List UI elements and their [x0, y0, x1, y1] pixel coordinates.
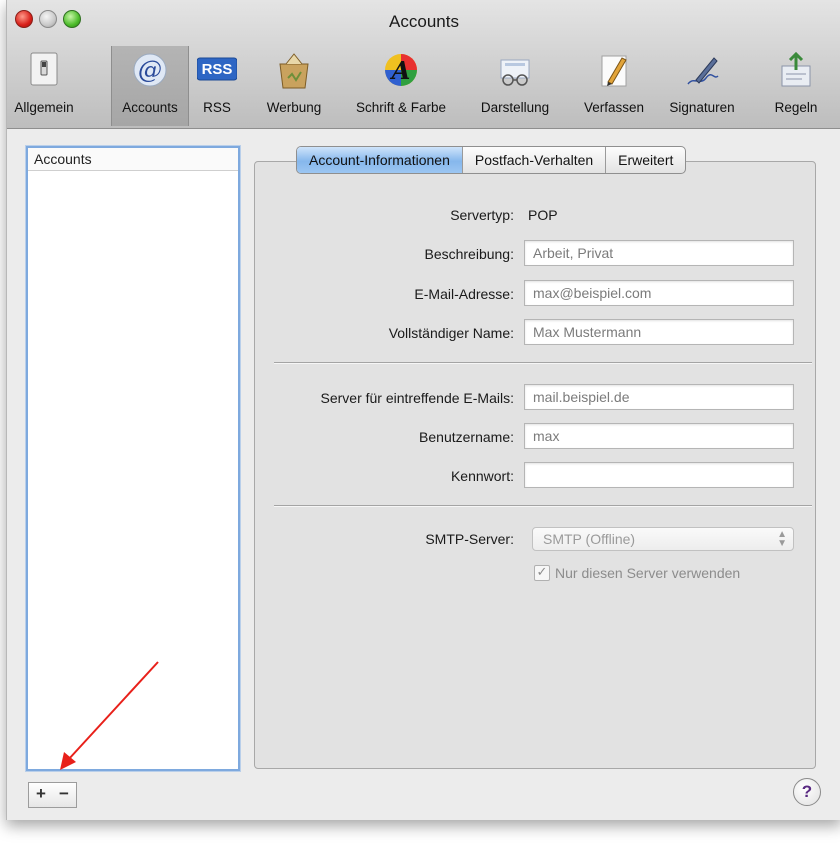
rss-badge-text: RSS: [201, 61, 233, 78]
tab-postfach-verhalten[interactable]: Postfach-Verhalten: [463, 147, 607, 173]
switch-icon: [30, 52, 58, 86]
toolbar-item-verfassen[interactable]: Verfassen: [573, 46, 655, 126]
toolbar-item-allgemein[interactable]: Allgemein: [9, 46, 79, 126]
tab-erweitert[interactable]: Erweitert: [606, 147, 685, 173]
font-color-icon: A: [385, 54, 417, 86]
description-label: Beschreibung:: [424, 246, 514, 262]
accounts-list[interactable]: Accounts: [26, 146, 240, 771]
stepper-arrows-icon: ▲ ▼: [777, 529, 787, 549]
divider: [274, 362, 812, 364]
server-type-label: Servertyp:: [450, 207, 514, 223]
add-account-button[interactable]: +: [28, 782, 54, 808]
description-field[interactable]: Arbeit, Privat: [524, 240, 794, 266]
toolbar-item-werbung[interactable]: Werbung: [255, 46, 333, 126]
smtp-server-label: SMTP-Server:: [425, 531, 514, 547]
toolbar-item-darstellung[interactable]: Darstellung: [467, 46, 563, 126]
toolbar-label: Verfassen: [583, 100, 645, 115]
svg-text:A: A: [390, 56, 411, 85]
server-type-value: POP: [528, 207, 558, 223]
toolbar-label: Schrift & Farbe: [355, 100, 447, 115]
toolbar-label: Signaturen: [669, 100, 735, 115]
username-field[interactable]: max: [524, 423, 794, 449]
help-button[interactable]: ?: [793, 778, 821, 806]
toolbar-label: RSS: [203, 100, 231, 115]
tab-account-informationen[interactable]: Account-Informationen: [297, 147, 463, 173]
glasses-icon: [500, 59, 530, 86]
toolbar-label: Regeln: [774, 100, 818, 115]
fullname-field[interactable]: Max Mustermann: [524, 319, 794, 345]
toolbar-item-accounts[interactable]: @ Accounts: [111, 46, 189, 126]
junk-mail-icon: [279, 53, 309, 89]
toolbar-label: Allgemein: [14, 100, 74, 115]
tab-bar: Account-Informationen Postfach-Verhalten…: [296, 146, 687, 174]
toolbar-label: Darstellung: [480, 100, 550, 115]
smtp-server-value: SMTP (Offline): [543, 531, 636, 547]
toolbar-item-signaturen[interactable]: Signaturen: [659, 46, 745, 126]
toolbar-item-schrift-farbe[interactable]: A Schrift & Farbe: [343, 46, 459, 126]
smtp-server-select[interactable]: SMTP (Offline) ▲ ▼: [532, 527, 794, 551]
email-field[interactable]: max@beispiel.com: [524, 280, 794, 306]
toolbar: Accounts Allgemein @ Accounts RSS RSS We…: [7, 0, 840, 129]
svg-text:@: @: [138, 56, 162, 84]
signature-pen-icon: [687, 57, 719, 85]
pencil-icon: [601, 55, 627, 87]
incoming-server-label: Server für eintreffende E-Mails:: [320, 390, 515, 406]
toolbar-item-regeln[interactable]: Regeln: [763, 46, 829, 126]
toolbar-label: Accounts: [122, 100, 178, 115]
only-this-server-label: Nur diesen Server verwenden: [555, 565, 741, 581]
at-sign-icon: @: [133, 53, 167, 87]
password-field[interactable]: [524, 462, 794, 488]
email-label: E-Mail-Adresse:: [414, 286, 514, 302]
accounts-list-header: Accounts: [28, 148, 238, 171]
username-label: Benutzername:: [419, 429, 514, 445]
password-label: Kennwort:: [450, 468, 514, 484]
only-this-server-checkbox[interactable]: ✓: [534, 565, 550, 581]
window-title: Accounts: [389, 12, 459, 31]
fullname-label: Vollständiger Name:: [388, 325, 514, 341]
toolbar-label: Werbung: [266, 100, 322, 115]
remove-account-button[interactable]: −: [52, 782, 77, 808]
rules-icon: [781, 51, 811, 87]
toolbar-item-rss[interactable]: RSS RSS: [191, 46, 243, 126]
divider: [274, 505, 812, 507]
incoming-server-field[interactable]: mail.beispiel.de: [524, 384, 794, 410]
